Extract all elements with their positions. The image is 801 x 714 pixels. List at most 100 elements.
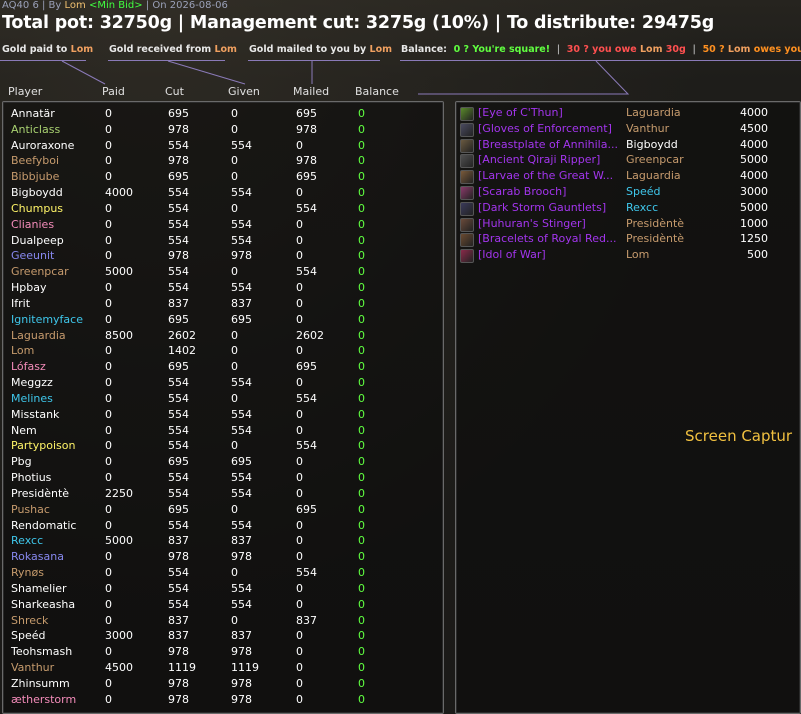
table-row[interactable]: Vanthur 4500 1119 1119 0 0 [3,661,443,677]
table-row[interactable]: Partypoison 0 554 0 554 0 [3,439,443,455]
eye-of-cthun-icon[interactable] [460,107,474,121]
table-row[interactable]: Rynøs 0 554 0 554 0 [3,566,443,582]
col-mailed[interactable]: Mailed [293,85,329,98]
table-row[interactable]: Rexcc 5000 837 837 0 0 [3,534,443,550]
table-row[interactable]: Annatär 0 695 0 695 0 [3,107,443,123]
item-link[interactable]: [Bracelets of Royal Red... [478,232,618,245]
balance-value: 0 [358,265,365,279]
table-row[interactable]: Melines 0 554 0 554 0 [3,392,443,408]
scarab-brooch-icon[interactable] [460,186,474,200]
balance-value: 0 [358,360,365,374]
given-value: 695 [231,455,252,469]
paid-value: 0 [105,518,112,532]
stinger-bow-icon[interactable] [460,217,474,232]
table-row[interactable]: Shamelier 0 554 554 0 0 [3,582,443,598]
bracelets-icon[interactable] [460,233,474,248]
table-row[interactable]: Presidèntè 2250 554 554 0 0 [3,487,443,503]
mailed-value: 695 [296,170,317,184]
table-row[interactable]: Sharkeasha 0 554 554 0 0 [3,598,443,614]
gloves-icon[interactable] [460,122,474,137]
item-link[interactable]: [Larvae of the Great W... [478,169,618,182]
table-row[interactable]: ætherstorm 0 978 978 0 0 [3,693,443,709]
table-row[interactable]: Greenpcar 5000 554 0 554 0 [3,265,443,281]
paid-value: 0 [105,170,112,184]
mailed-value: 837 [296,613,317,627]
table-row[interactable]: Photius 0 554 554 0 0 [3,471,443,487]
table-row[interactable]: Pushac 0 695 0 695 0 [3,503,443,519]
list-item[interactable]: [Eye of C'Thun] Laguardia 4000 [456,106,800,122]
player-name: Teohsmash [11,645,73,659]
larvae-icon[interactable] [460,170,474,185]
table-row[interactable]: Anticlass 0 978 0 978 0 [3,123,443,139]
item-link[interactable]: [Eye of C'Thun] [478,106,618,119]
table-row[interactable]: Misstank 0 554 554 0 0 [3,408,443,424]
list-item[interactable]: [Bracelets of Royal Red... Presidèntè 1250 [456,232,800,248]
list-item[interactable]: [Scarab Brooch] Speéd 3000 [456,185,800,201]
col-player[interactable]: Player [8,85,42,98]
table-row[interactable]: Teohsmash 0 978 978 0 0 [3,645,443,661]
list-item[interactable]: [Gloves of Enforcement] Vanthur 4500 [456,122,800,138]
cut-value: 554 [168,138,189,152]
gauntlets-icon[interactable] [460,201,474,216]
item-link[interactable]: [Scarab Brooch] [478,185,618,198]
table-row[interactable]: Bibbjube 0 695 0 695 0 [3,170,443,186]
table-row[interactable]: Ifrit 0 837 837 0 0 [3,297,443,313]
table-row[interactable]: Clianies 0 554 554 0 0 [3,218,443,234]
col-paid[interactable]: Paid [102,85,125,98]
table-row[interactable]: Hpbay 0 554 554 0 0 [3,281,443,297]
list-item[interactable]: [Ancient Qiraji Ripper] Greenpcar 5000 [456,153,800,169]
item-link[interactable]: [Breastplate of Annihila... [478,138,618,151]
legend-underline-balance [400,60,801,61]
mailed-value: 695 [296,502,317,516]
item-link[interactable]: [Gloves of Enforcement] [478,122,618,135]
balance-value: 0 [358,661,365,675]
item-link[interactable]: [Dark Storm Gauntlets] [478,201,618,214]
col-cut[interactable]: Cut [165,85,184,98]
table-row[interactable]: Rokasana 0 978 978 0 0 [3,550,443,566]
idol-icon[interactable] [460,249,474,264]
table-row[interactable]: Speéd 3000 837 837 0 0 [3,629,443,645]
ripper-sword-icon[interactable] [460,154,474,169]
cut-value: 554 [168,407,189,421]
table-row[interactable]: Lófasz 0 695 0 695 0 [3,360,443,376]
mailed-value: 0 [296,296,303,310]
mailed-value: 0 [296,676,303,690]
player-name: Speéd [11,629,46,643]
table-row[interactable]: Bigboydd 4000 554 554 0 0 [3,186,443,202]
table-row[interactable]: Geeunit 0 978 978 0 0 [3,249,443,265]
cut-value: 554 [168,486,189,500]
item-link[interactable]: [Idol of War] [478,248,618,261]
item-winner: Lom [626,248,650,262]
table-row[interactable]: Ignitemyface 0 695 695 0 0 [3,313,443,329]
list-item[interactable]: [Dark Storm Gauntlets] Rexcc 5000 [456,201,800,217]
list-item[interactable]: [Larvae of the Great W... Laguardia 4000 [456,169,800,185]
list-item[interactable]: [Huhuran's Stinger] Presidèntè 1000 [456,217,800,233]
table-row[interactable]: Pbg 0 695 695 0 0 [3,455,443,471]
breastplate-icon[interactable] [460,138,474,153]
item-price: 4500 [740,121,768,135]
paid-value: 0 [105,455,112,469]
table-row[interactable]: Rendomatic 0 554 554 0 0 [3,519,443,535]
cut-value: 554 [168,391,189,405]
list-item[interactable]: [Idol of War] Lom 500 [456,248,800,264]
given-value: 0 [231,344,238,358]
table-row[interactable]: Beefyboi 0 978 0 978 0 [3,154,443,170]
col-balance[interactable]: Balance [355,85,399,98]
table-row[interactable]: Zhinsumm 0 978 978 0 0 [3,677,443,693]
balance-value: 0 [358,597,365,611]
table-row[interactable]: Lom 0 1402 0 0 0 [3,344,443,360]
table-row[interactable]: Dualpeep 0 554 554 0 0 [3,234,443,250]
table-row[interactable]: Auroraxone 0 554 554 0 0 [3,139,443,155]
col-given[interactable]: Given [228,85,260,98]
item-link[interactable]: [Ancient Qiraji Ripper] [478,153,618,166]
table-row[interactable]: Nem 0 554 554 0 0 [3,424,443,440]
table-row[interactable]: Meggzz 0 554 554 0 0 [3,376,443,392]
cut-value: 554 [168,471,189,485]
table-row[interactable]: Chumpus 0 554 0 554 0 [3,202,443,218]
list-item[interactable]: [Breastplate of Annihila... Bigboydd 4000 [456,138,800,154]
table-row[interactable]: Laguardia 8500 2602 0 2602 0 [3,329,443,345]
table-row[interactable]: Shreck 0 837 0 837 0 [3,614,443,630]
item-link[interactable]: [Huhuran's Stinger] [478,217,618,230]
balance-value: 0 [358,613,365,627]
mailed-value: 554 [296,439,317,453]
